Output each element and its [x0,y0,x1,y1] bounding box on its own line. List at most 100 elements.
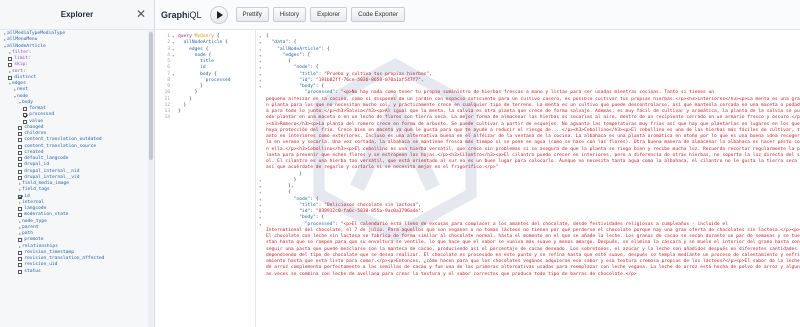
code-token: "title" [266,202,319,208]
code-token: "body" [266,215,316,221]
code-token: } [178,96,192,102]
code-token: : { [321,46,330,52]
code-token: "processed" [266,90,336,96]
explorer-scrollbar-thumb[interactable] [148,32,153,160]
code-token: : { [315,215,325,221]
checkbox[interactable] [18,157,23,162]
code-token: } [178,109,181,114]
code-token: { [266,190,291,196]
history-button[interactable]: History [272,7,307,22]
code-token: "title" [266,71,319,77]
checkbox[interactable] [8,75,13,80]
checkbox[interactable] [18,132,23,137]
code-token: node [178,52,206,58]
code-token: }, [266,184,294,189]
result-code: { "data": { "allNodeArticle": { "edges":… [266,34,800,278]
close-icon[interactable]: ✕ [135,8,147,20]
code-token: , [429,71,432,77]
code-token: } [178,90,198,96]
checkbox[interactable] [18,163,23,168]
app-title-rest: iQL [187,9,202,20]
explorer-header: Explorer ✕ [0,0,154,30]
processed-body-text: International del chocolate, el 7 de jul… [266,227,800,277]
code-token: { [266,59,291,64]
checkbox[interactable] [18,250,23,255]
code-token: "processed" [266,221,336,227]
code-token: "id" [266,77,311,83]
explorer-toggle-button[interactable]: Explorer [310,7,348,22]
checkbox-checked[interactable] [18,194,23,199]
checkbox-checked[interactable] [23,113,28,118]
code-token: } [178,84,203,89]
code-token: { [266,34,269,39]
checkbox[interactable] [18,144,23,149]
code-token: query [178,34,195,39]
code-token: } [178,102,187,108]
code-token: edges [178,46,203,52]
checkbox[interactable] [18,169,23,174]
checkbox[interactable] [18,125,23,130]
code-token: body [178,71,212,77]
checkbox[interactable] [18,175,23,180]
checkbox[interactable] [18,263,23,268]
result-fold-gutter: ▾ ▾ ▾ ▾ ▾ ▾ ▾ ▾ ▾ ▾ ▾ ▾ ▾ ▾ ▾ ▾ ▾ [259,34,263,322]
code-token: : { [315,84,325,89]
checkbox[interactable] [18,257,23,262]
code-token: "838932c0-fa6c-5830-855a-9ac0a3796a4e" [315,209,421,214]
query-editor[interactable]: 1 2 3 4 5 6 7 8 9 10 11 12 13 14 ▾ ▾ ▾ ▾ ▾ query MyQuery… [156,30,256,327]
code-token: : { [288,40,297,46]
code-token: : { [310,65,319,71]
code-token: , [418,202,421,208]
code-token: "191b82ff-76ce-5036-8658-070a1af547f7" [315,77,421,83]
explorer-tree-label: status [24,268,41,274]
code-token: "body" [266,84,316,89]
code-token: MyQuery [194,34,214,39]
code-token: "edges" [266,52,302,58]
checkbox[interactable] [18,207,23,212]
checkbox[interactable] [18,150,23,155]
checkbox[interactable] [8,57,13,62]
code-token: "Prueba y cultiva tus propias hierbas" [324,71,430,77]
checkbox[interactable] [18,238,23,243]
explorer-title: Explorer [60,10,94,19]
explorer-tree: ▸ allMediaTypeMediaType ▸ allMenuMenu ▾ allNo… [0,30,148,327]
code-token: , [420,77,424,83]
code-token: "<p>No hay nada como tener tu propio sum… [340,90,715,96]
toolbar: GraphiQL Prettify History Explorer Code … [156,0,800,30]
checkbox[interactable] [18,213,23,218]
processed-body-text: pequeño alféizar en la cocina, como si d… [266,96,800,171]
query-code[interactable]: query MyQuery { allNodeArticle { edges {… [178,34,231,122]
code-token: } [266,171,302,177]
code-token: "allNodeArticle" [266,46,322,52]
prettify-button[interactable]: Prettify [235,7,269,22]
explorer-scrollbar[interactable] [148,30,153,327]
code-token: { [222,40,228,46]
checkbox[interactable] [8,63,13,68]
code-token: "node" [266,65,311,71]
code-token: : [ [301,52,311,58]
code-exporter-button[interactable]: Code Exporter [351,7,406,22]
checkbox[interactable] [18,138,23,143]
code-token: id [178,65,206,71]
code-token: : { [310,196,319,202]
code-token: "Deliciosos chocolate sin lactosa" [324,202,419,208]
checkbox[interactable] [23,107,28,112]
code-token: , [420,209,424,214]
checkbox[interactable] [23,119,28,124]
run-query-button[interactable] [209,5,228,24]
code-token: { [213,34,220,39]
code-token: "<p>El calendario está lleno de excusas … [340,221,728,227]
query-fold-gutter: ▾ ▾ ▾ ▾ ▾ [172,34,176,122]
code-token: title [178,59,214,64]
code-token: "data" [266,40,289,46]
code-token: allNodeArticle [178,40,223,46]
code-token: { [202,46,209,52]
checkbox[interactable] [18,269,23,274]
explorer-tree-item[interactable]: status [0,269,148,275]
query-line-numbers: 1 2 3 4 5 6 7 8 9 10 11 12 13 14 [156,34,170,122]
code-line: "processed": "<p>El calendario está llen… [266,222,800,228]
code-token: processed [178,77,231,83]
